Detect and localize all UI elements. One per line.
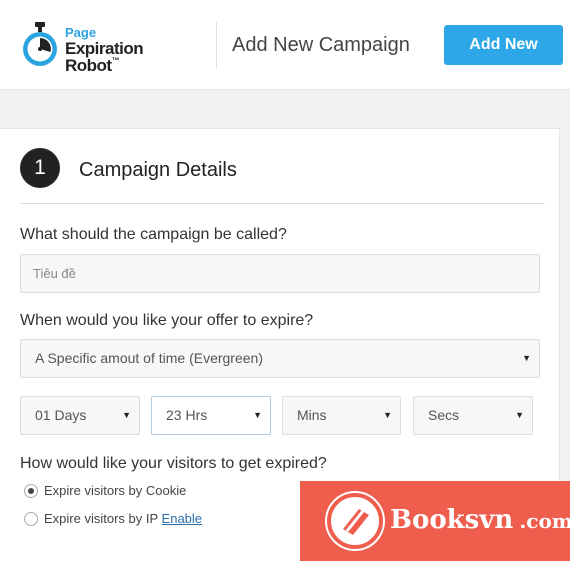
- app-header: Page Expiration Robot™ Add New Campaign …: [0, 0, 570, 90]
- expiry-type-select[interactable]: A Specific amout of time (Evergreen) ▼: [20, 339, 540, 378]
- hours-select[interactable]: 23 Hrs ▼: [151, 396, 271, 435]
- header-divider: [216, 22, 217, 68]
- step-number-badge: 1: [20, 148, 60, 188]
- days-value: 01 Days: [35, 407, 87, 423]
- logo-word-page: Page: [65, 25, 97, 40]
- booksvn-watermark: Booksvn .com: [300, 481, 570, 561]
- expiry-type-value: A Specific amout of time (Evergreen): [35, 350, 263, 366]
- caret-down-icon: ▼: [253, 410, 262, 420]
- caret-down-icon: ▼: [522, 353, 531, 363]
- booksvn-logo-icon: [325, 491, 385, 551]
- expiry-label: When would you like your offer to expire…: [20, 312, 314, 329]
- caret-down-icon: ▼: [515, 410, 524, 420]
- campaign-name-label: What should the campaign be called?: [20, 226, 287, 243]
- add-new-button[interactable]: Add New: [444, 25, 563, 65]
- radio-label-cookie: Expire visitors by Cookie: [44, 483, 187, 498]
- logo-product-name: Expiration Robot: [65, 39, 144, 75]
- radio-icon[interactable]: [24, 512, 38, 526]
- days-select[interactable]: 01 Days ▼: [20, 396, 140, 435]
- brand-logo[interactable]: Page Expiration Robot™: [20, 20, 200, 74]
- secs-value: Secs: [428, 407, 460, 423]
- mins-value: Mins: [297, 407, 327, 423]
- mins-select[interactable]: Mins ▼: [282, 396, 401, 435]
- section-divider: [20, 203, 545, 204]
- radio-icon[interactable]: [24, 484, 38, 498]
- watermark-text: Booksvn .com: [390, 505, 570, 535]
- watermark-brand: Booksvn: [390, 505, 514, 535]
- caret-down-icon: ▼: [383, 410, 392, 420]
- hours-value: 23 Hrs: [166, 407, 208, 423]
- caret-down-icon: ▼: [122, 410, 131, 420]
- logo-word-product: Expiration Robot™: [65, 40, 200, 74]
- campaign-name-input[interactable]: [20, 254, 540, 293]
- page-title: Add New Campaign: [232, 34, 410, 56]
- stopwatch-logo-icon: [23, 22, 57, 66]
- section-title: Campaign Details: [79, 159, 237, 181]
- secs-select[interactable]: Secs ▼: [413, 396, 533, 435]
- trademark-mark: ™: [111, 56, 120, 65]
- watermark-suffix: .com: [519, 509, 570, 533]
- radio-label-ip: Expire visitors by IP Enable: [44, 511, 202, 526]
- logo-text: Page Expiration Robot™: [65, 26, 200, 74]
- radio-label-ip-text: Expire visitors by IP: [44, 511, 158, 526]
- enable-link[interactable]: Enable: [162, 511, 202, 526]
- visitor-expiry-label: How would like your visitors to get expi…: [20, 455, 327, 472]
